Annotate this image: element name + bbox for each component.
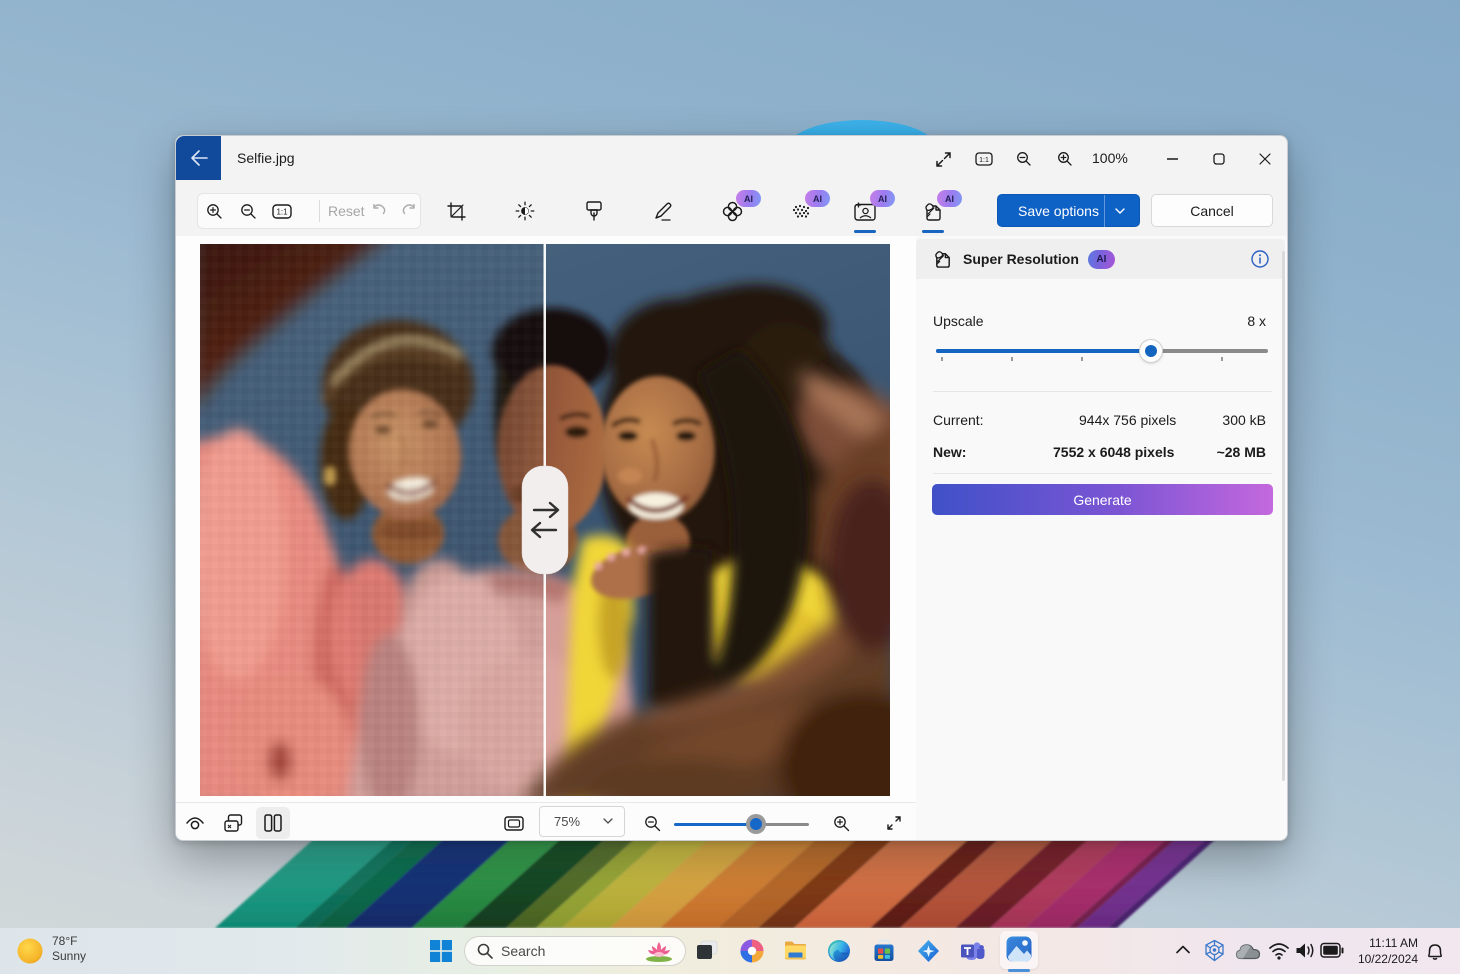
svg-text:1:1: 1:1	[979, 157, 989, 164]
svg-text:1:1: 1:1	[276, 207, 288, 216]
